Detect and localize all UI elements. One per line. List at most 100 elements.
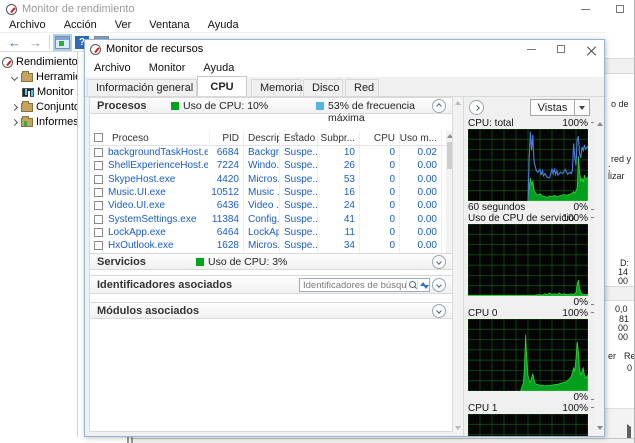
charts-scrollbar[interactable] (594, 118, 605, 436)
resmon-maximize-button[interactable] (546, 40, 576, 58)
content-scrollbar[interactable] (453, 97, 463, 434)
cpu-legend-swatch (171, 102, 179, 110)
tree-item-conjuntos-de-r[interactable]: Conjuntos de r (12, 100, 78, 114)
process-table: ProcesoPIDDescrip...Estado˄Subpr...CPUUs… (89, 131, 453, 266)
clipped-text-fragment: 00 (618, 276, 628, 286)
cell-cpu: 0 (360, 226, 400, 239)
chart-label-row: Uso de CPU de servicio100% (468, 213, 588, 224)
column-header-usom[interactable]: Uso m... (400, 131, 442, 145)
tree-item-rendimiento[interactable]: Rendimiento (2, 55, 78, 69)
collapse-procesos-button[interactable] (432, 99, 446, 113)
search-icon[interactable] (406, 280, 417, 291)
scroll-up-button[interactable] (453, 98, 463, 108)
column-header-estado[interactable]: Estado˄ (280, 131, 318, 145)
row-checkbox[interactable] (94, 215, 103, 224)
expand-modulos-button[interactable] (432, 304, 446, 318)
handle-search-box[interactable]: Identificadores de búsque (299, 278, 430, 292)
menu-item-archivo[interactable]: Archivo (85, 62, 140, 74)
process-row-hxoutlook.exe[interactable]: HxOutlook.exe1628Micros...Suspe...3400.0… (90, 239, 446, 252)
menu-item-archivo[interactable]: Archivo (0, 19, 55, 31)
chart-ymin-label: 0% (574, 392, 588, 403)
section-header-procesos[interactable]: Procesos Uso de CPU: 10% 53% de frecuenc… (89, 97, 453, 114)
arrow-down-icon (597, 426, 603, 430)
tab-memoria[interactable]: Memoria (251, 79, 301, 96)
column-header-proceso[interactable]: Proceso (90, 131, 210, 145)
resmon-app-icon (90, 44, 101, 55)
tree-item-herramientas-d[interactable]: Herramientas d (12, 70, 78, 84)
menu-item-ayuda[interactable]: Ayuda (199, 19, 248, 31)
row-checkbox[interactable] (94, 228, 103, 237)
scroll-down-button[interactable] (594, 423, 605, 433)
cell-pid: 1628 (210, 239, 244, 252)
process-row-lockapp.exe[interactable]: LockApp.exe6464LockAp...Suspe...1100.00 (90, 226, 446, 239)
resmon-minimize-button[interactable] (516, 40, 546, 58)
service-cpu-legend-swatch (196, 258, 204, 266)
folder-icon (21, 73, 33, 82)
cell-estado: Suspe... (280, 186, 318, 199)
forward-arrow-icon[interactable]: → (25, 36, 46, 49)
process-row-video.ui.exe[interactable]: Video.UI.exe6436Video ...Suspe...2400.00 (90, 199, 446, 212)
tree-item-informes[interactable]: Informes (12, 115, 78, 129)
tab-cpu[interactable]: CPU (197, 76, 247, 96)
process-table-body: backgroundTaskHost.exe6684Backgr...Suspe… (90, 146, 446, 266)
row-checkbox[interactable] (94, 201, 103, 210)
column-header-cpu[interactable]: CPU (360, 131, 400, 145)
section-header-servicios[interactable]: Servicios Uso de CPU: 3% (89, 253, 453, 270)
row-checkbox[interactable] (94, 148, 103, 157)
process-row-systemsettings.exe[interactable]: SystemSettings.exe11384Config...Suspe...… (90, 213, 446, 226)
section-header-modulos[interactable]: Módulos asociados (89, 302, 453, 319)
scroll-up-button[interactable] (594, 119, 605, 129)
section-header-identificadores[interactable]: Identificadores asociados Identificadore… (89, 275, 453, 294)
arrow-up-icon (455, 101, 461, 105)
menu-item-acción[interactable]: Acción (55, 19, 106, 31)
tab-red[interactable]: Red (345, 79, 379, 96)
expand-servicios-button[interactable] (432, 255, 446, 269)
hscroll-splitter[interactable] (127, 437, 133, 443)
views-dropdown-button[interactable] (574, 100, 589, 115)
console-tree-icon[interactable] (55, 36, 70, 49)
cell-subpr: 53 (318, 173, 360, 186)
menu-item-monitor[interactable]: Monitor (140, 62, 195, 74)
chart-ymin-label: 0% (574, 202, 588, 213)
process-name: ShellExperienceHost.exe (108, 159, 208, 172)
clipped-text-fragment: er (608, 351, 616, 361)
views-button[interactable]: Vistas (530, 99, 590, 116)
perfmon-maximize-button[interactable] (605, 0, 635, 18)
process-row-backgroundtaskhost.exe[interactable]: backgroundTaskHost.exe6684Backgr...Suspe… (90, 146, 446, 159)
process-row-music.ui.exe[interactable]: Music.UI.exe10512Music ...Suspe...1600.0… (90, 186, 446, 199)
menu-item-ayuda[interactable]: Ayuda (194, 62, 243, 74)
resmon-close-button[interactable] (576, 40, 605, 58)
menu-item-ventana[interactable]: Ventana (140, 19, 198, 31)
perfmon-hscrollbar[interactable] (130, 438, 634, 443)
perfmon-menubar: ArchivoAcciónVerVentanaAyuda (0, 18, 634, 33)
tree-item-label: Informes (36, 116, 78, 128)
row-checkbox[interactable] (94, 161, 103, 170)
column-header-descrip[interactable]: Descrip... (244, 131, 280, 145)
back-arrow-icon[interactable]: ← (4, 36, 25, 49)
clipped-text-fragment: 0,0 (615, 304, 628, 314)
expander-right-icon[interactable] (11, 118, 18, 125)
column-header-pid[interactable]: PID (210, 131, 244, 145)
resmon-window: Monitor de recursos ArchivoMonitorAyuda … (84, 39, 605, 437)
tab-información-general[interactable]: Información general (87, 79, 197, 96)
tab-disco[interactable]: Disco (303, 79, 343, 96)
process-row-skypehost.exe[interactable]: SkypeHost.exe4420Micros...Suspe...5300.0… (90, 173, 446, 186)
process-table-scrollbar[interactable] (446, 131, 453, 266)
search-go-icon[interactable] (417, 280, 429, 291)
column-header-subpr[interactable]: Subpr... (318, 131, 360, 145)
expand-identificadores-button[interactable] (432, 278, 446, 292)
tree-item-monitor-de[interactable]: Monitor de (22, 85, 78, 99)
scroll-down-button[interactable] (453, 423, 463, 433)
scroll-up-button[interactable] (446, 131, 453, 141)
expander-right-icon[interactable] (11, 103, 18, 110)
perfmon-minimize-button[interactable] (570, 0, 600, 18)
row-checkbox[interactable] (94, 175, 103, 184)
expander-down-icon[interactable] (11, 73, 18, 80)
expand-pane-button[interactable] (469, 100, 484, 115)
row-checkbox[interactable] (94, 241, 103, 250)
cell-usom: 0.00 (400, 239, 442, 252)
row-checkbox[interactable] (94, 188, 103, 197)
menu-item-ver[interactable]: Ver (106, 19, 141, 31)
process-row-shellexperiencehost.exe[interactable]: ShellExperienceHost.exe7224Windo...Suspe… (90, 159, 446, 172)
cell-usom: 0.00 (400, 186, 442, 199)
